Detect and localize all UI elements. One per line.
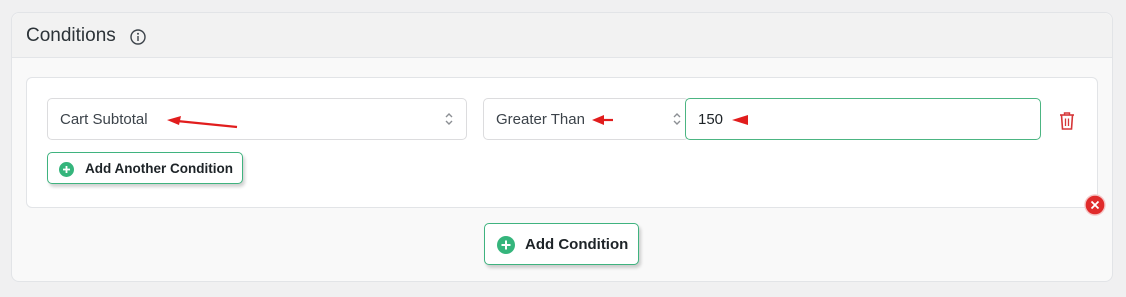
condition-field-value: Cart Subtotal xyxy=(60,111,148,128)
add-another-condition-label: Add Another Condition xyxy=(85,161,233,176)
chevron-up-down-icon xyxy=(673,113,681,125)
condition-field-select[interactable]: Cart Subtotal xyxy=(47,98,467,140)
chevron-up-down-icon xyxy=(445,113,453,125)
red-arrow-icon xyxy=(592,115,613,125)
panel-title: Conditions xyxy=(26,25,116,46)
plus-circle-icon xyxy=(497,236,515,254)
red-arrow-icon xyxy=(732,115,748,125)
add-condition-label: Add Condition xyxy=(525,236,629,253)
panel-header: Conditions xyxy=(12,13,1112,58)
condition-operator-select[interactable]: Greater Than xyxy=(483,98,689,140)
conditions-panel: Conditions Cart Subtotal Greater Than 15… xyxy=(11,12,1113,282)
add-another-condition-button[interactable]: Add Another Condition xyxy=(47,152,243,184)
condition-operator-value: Greater Than xyxy=(496,111,585,128)
plus-circle-icon xyxy=(59,162,74,177)
condition-group: Cart Subtotal Greater Than 150 Add Anoth… xyxy=(26,77,1098,208)
condition-amount-value: 150 xyxy=(698,111,724,128)
add-condition-button[interactable]: Add Condition xyxy=(484,223,639,265)
red-arrow-icon xyxy=(167,116,238,129)
info-icon[interactable] xyxy=(130,29,146,45)
trash-icon[interactable] xyxy=(1058,111,1076,131)
close-circle-icon[interactable] xyxy=(1084,194,1106,216)
